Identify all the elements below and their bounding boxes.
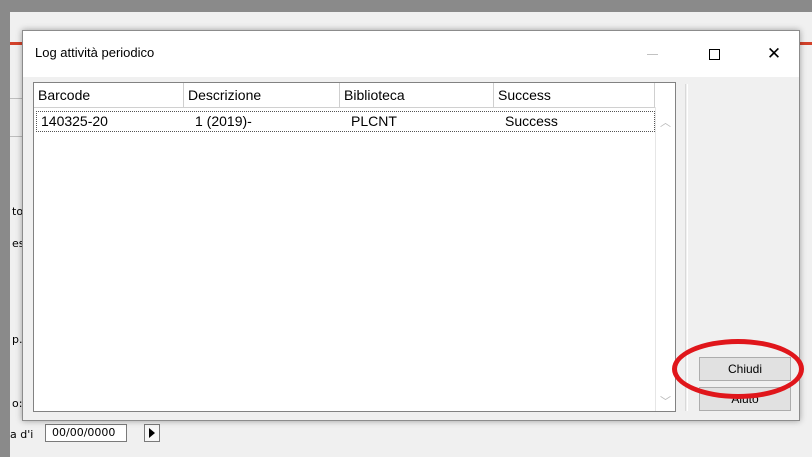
- close-button[interactable]: ✕: [751, 31, 797, 77]
- panel-divider: [687, 84, 688, 411]
- background-window-frame: [0, 0, 812, 12]
- minimize-button[interactable]: [629, 31, 675, 77]
- chiudi-button[interactable]: Chiudi: [699, 357, 791, 381]
- log-dialog: Log attività periodico ✕ Barcode Descriz…: [22, 30, 804, 421]
- scroll-down-icon[interactable]: ﹀: [656, 392, 675, 409]
- close-icon: ✕: [766, 43, 782, 64]
- play-arrow-icon: [149, 428, 155, 438]
- background-text-fragment: p.: [12, 333, 23, 346]
- dialog-titlebar: Log attività periodico ✕: [23, 31, 799, 77]
- maximize-button[interactable]: [691, 31, 737, 77]
- background-window-border: [0, 0, 10, 457]
- date-input[interactable]: 00/00/0000: [45, 424, 127, 442]
- minimize-icon: [646, 53, 658, 55]
- column-header-biblioteca[interactable]: Biblioteca: [340, 83, 494, 107]
- log-list[interactable]: Barcode Descrizione Biblioteca Success 1…: [33, 82, 676, 412]
- column-header-success[interactable]: Success: [494, 83, 655, 107]
- scroll-up-icon[interactable]: ︿: [656, 113, 675, 130]
- aiuto-button[interactable]: Aiuto: [699, 387, 791, 411]
- column-header-barcode[interactable]: Barcode: [34, 83, 184, 107]
- background-accent-line: [800, 42, 812, 45]
- cell-descrizione: 1 (2019)-: [195, 113, 252, 129]
- date-arrow-button[interactable]: [144, 424, 160, 442]
- column-header-descrizione[interactable]: Descrizione: [184, 83, 340, 107]
- cell-biblioteca: PLCNT: [351, 113, 397, 129]
- panel-divider: [685, 84, 686, 411]
- maximize-icon: [708, 48, 720, 60]
- table-row[interactable]: 140325-20 1 (2019)- PLCNT Success: [36, 111, 655, 132]
- dialog-title: Log attività periodico: [35, 45, 155, 60]
- date-label: a d'i: [10, 428, 34, 441]
- vertical-scrollbar[interactable]: ︿ ﹀: [655, 107, 675, 411]
- cell-success: Success: [505, 113, 558, 129]
- cell-barcode: 140325-20: [41, 113, 108, 129]
- background-text-fragment: o:: [12, 397, 23, 410]
- list-header: Barcode Descrizione Biblioteca Success: [34, 83, 655, 108]
